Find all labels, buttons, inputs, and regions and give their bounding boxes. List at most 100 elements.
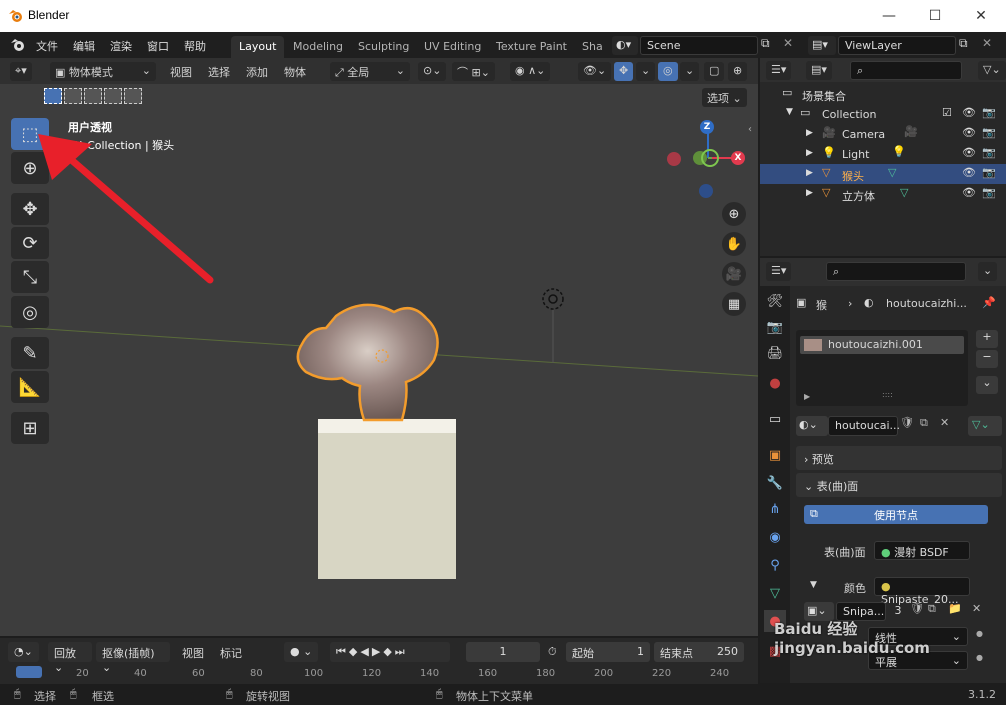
end-frame-field[interactable]: 结束点 250 xyxy=(654,642,744,662)
eye-icon[interactable]: 👁 xyxy=(962,106,976,119)
editor-type-icon[interactable]: ◔⌄ xyxy=(8,642,39,662)
fake-user-icon[interactable]: 🛡 xyxy=(910,602,924,615)
select-extend-icon[interactable] xyxy=(64,88,82,104)
new-scene-icon[interactable]: ⧉ xyxy=(761,36,779,55)
light-data-icon[interactable]: 💡 xyxy=(892,145,906,158)
shading-wireframe-icon[interactable]: ⊕ xyxy=(728,62,748,81)
use-nodes-button[interactable]: ⧉ 使用节点 xyxy=(804,505,988,524)
add-cube-tool[interactable]: ⊞ xyxy=(11,412,49,444)
resize-handle-icon[interactable]: :::: xyxy=(882,390,893,399)
tab-modeling[interactable]: Modeling xyxy=(285,36,351,58)
render-camera-icon[interactable]: 📷 xyxy=(982,126,996,139)
overlay-dropdown-icon[interactable]: ⌄ xyxy=(680,62,700,81)
filter-icon[interactable]: ▽⌄ xyxy=(978,61,1006,80)
expand-arrow-icon[interactable]: ▶ xyxy=(806,128,813,138)
expand-arrow-icon[interactable]: ▶ xyxy=(806,148,813,158)
tab-world-icon[interactable]: ● xyxy=(764,372,786,394)
pan-hand-icon[interactable]: ✋ xyxy=(722,232,746,256)
next-keyframe-icon[interactable]: ◆ xyxy=(383,645,394,658)
jump-start-icon[interactable]: ⏮ xyxy=(336,645,349,658)
transform-tool[interactable]: ◎ xyxy=(11,296,49,328)
zoom-icon[interactable]: ⊕ xyxy=(722,202,746,226)
pivot-point-icon[interactable]: ⊙⌄ xyxy=(418,62,447,81)
tab-particles-icon[interactable]: ⋔ xyxy=(764,498,786,520)
camera-data-icon[interactable]: 🎥 xyxy=(904,125,918,138)
menu-file[interactable]: 文件 xyxy=(36,38,58,54)
current-frame-field[interactable]: 1 xyxy=(466,642,540,662)
overlay-toggle-icon[interactable]: ◎ xyxy=(658,62,678,81)
select-new-icon[interactable] xyxy=(44,88,62,104)
start-frame-field[interactable]: 起始 1 xyxy=(566,642,650,662)
options-dropdown[interactable]: 选项 ⌄ xyxy=(702,88,747,107)
expand-arrow-icon[interactable]: ▶ xyxy=(806,168,813,178)
new-viewlayer-icon[interactable]: ⧉ xyxy=(959,36,977,55)
outliner-item-camera[interactable]: ▶ 🎥 Camera 🎥 👁 📷 xyxy=(760,124,1006,144)
playback-menu[interactable]: 回放 ⌄ xyxy=(48,642,92,674)
expand-arrow-icon[interactable]: ▼ xyxy=(786,107,793,117)
color-texture-field[interactable]: ● Snipaste_20... xyxy=(874,577,970,606)
preview-panel-header[interactable]: › 预览 xyxy=(796,446,1002,470)
select-invert-icon[interactable] xyxy=(104,88,122,104)
menu-render[interactable]: 渲染 xyxy=(110,38,132,54)
transform-orientation-select[interactable]: ⤢ 全局 ⌄ xyxy=(330,62,410,81)
outliner-item-collection[interactable]: ▼ ▭ Collection ☑ 👁 📷 xyxy=(760,104,1006,124)
tab-modifier-icon[interactable]: 🔧 xyxy=(764,472,786,494)
camera-view-icon[interactable]: 🎥 xyxy=(722,262,746,286)
timeline-marker-menu[interactable]: 标记 xyxy=(220,645,242,661)
material-name-field[interactable]: houtoucai... xyxy=(828,416,900,436)
open-image-folder-icon[interactable]: 📁 xyxy=(948,602,962,615)
menu-edit[interactable]: 编辑 xyxy=(73,38,95,54)
mesh-data-icon[interactable]: ▽ xyxy=(888,166,896,179)
outliner-item-cube[interactable]: ▶ ▽ 立方体 ▽ 👁 📷 xyxy=(760,184,1006,204)
xray-toggle-icon[interactable]: ▢ xyxy=(704,62,725,81)
menu-help[interactable]: 帮助 xyxy=(184,38,206,54)
gizmo-dropdown-icon[interactable]: ⌄ xyxy=(636,62,656,81)
blender-menu-icon[interactable] xyxy=(10,38,26,52)
delete-viewlayer-icon[interactable]: ✕ xyxy=(982,36,1000,55)
viewlayer-selector-icon[interactable]: ▤▾ xyxy=(808,36,836,55)
proportional-edit-icon[interactable]: ◉ ∧⌄ xyxy=(510,62,551,81)
close-window-button[interactable]: ✕ xyxy=(958,0,1004,32)
object-mode-select[interactable]: ▣ 物体模式 ⌄ xyxy=(50,62,156,81)
scene-name-field[interactable]: Scene xyxy=(640,36,758,55)
material-link-dropdown[interactable]: ▽⌄ xyxy=(968,416,1002,436)
sidebar-toggle-icon[interactable]: ‹ xyxy=(748,124,752,135)
gizmo-toggle-icon[interactable]: ✥ xyxy=(614,62,634,81)
maximize-button[interactable]: ☐ xyxy=(912,0,958,32)
mesh-data-icon[interactable]: ▽ xyxy=(900,186,908,199)
eye-icon[interactable]: 👁 xyxy=(962,166,976,179)
editor-type-icon[interactable]: ☰▾ xyxy=(766,61,792,80)
menu-select[interactable]: 选择 xyxy=(208,64,230,80)
tab-uv-editing[interactable]: UV Editing xyxy=(416,36,489,58)
menu-add[interactable]: 添加 xyxy=(246,64,268,80)
scene-selector-icon[interactable]: ◐▾ xyxy=(612,36,638,55)
render-camera-icon[interactable]: 📷 xyxy=(982,186,996,199)
tab-data-icon[interactable]: ▽ xyxy=(764,582,786,604)
expand-arrow-icon[interactable]: ▶ xyxy=(806,188,813,198)
eye-icon[interactable]: 👁 xyxy=(962,146,976,159)
render-camera-icon[interactable]: 📷 xyxy=(982,146,996,159)
jump-end-icon[interactable]: ⏭ xyxy=(395,645,408,658)
unlink-material-icon[interactable]: ✕ xyxy=(940,416,958,436)
tab-output-icon[interactable]: 🖨 xyxy=(764,342,786,364)
checkbox-icon[interactable]: ☑ xyxy=(942,106,952,119)
render-camera-icon[interactable]: 📷 xyxy=(982,106,996,119)
duplicate-material-icon[interactable]: ⧉ xyxy=(920,416,938,436)
eye-icon[interactable]: 👁 xyxy=(962,186,976,199)
tab-layout[interactable]: Layout xyxy=(231,36,285,58)
expand-list-icon[interactable]: ▶ xyxy=(804,392,810,401)
tab-sculpting[interactable]: Sculpting xyxy=(350,36,417,58)
3d-viewport[interactable]: ⌖▾ ▣ 物体模式 ⌄ 视图 选择 添加 物体 ⤢ 全局 ⌄ ⊙⌄ ⌒ ⊞⌄ ◉ ∧… xyxy=(0,58,758,636)
snap-icon[interactable]: ⌒ ⊞⌄ xyxy=(452,62,495,81)
tab-object-icon[interactable]: ▣ xyxy=(764,444,786,466)
viewlayer-name-field[interactable]: ViewLayer xyxy=(838,36,956,55)
slot-specials-button[interactable]: ⌄ xyxy=(976,376,998,394)
surface-shader-field[interactable]: ● 漫射 BSDF xyxy=(874,541,970,560)
add-slot-button[interactable]: + xyxy=(976,330,998,348)
tab-tool-icon[interactable]: 🛠 xyxy=(764,290,786,312)
measure-tool[interactable]: 📐 xyxy=(11,371,49,403)
properties-search-input[interactable]: ⌕ xyxy=(826,262,966,281)
menu-view[interactable]: 视图 xyxy=(170,64,192,80)
timeline-view-menu[interactable]: 视图 xyxy=(182,645,204,661)
play-icon[interactable]: ▶ xyxy=(372,645,383,658)
